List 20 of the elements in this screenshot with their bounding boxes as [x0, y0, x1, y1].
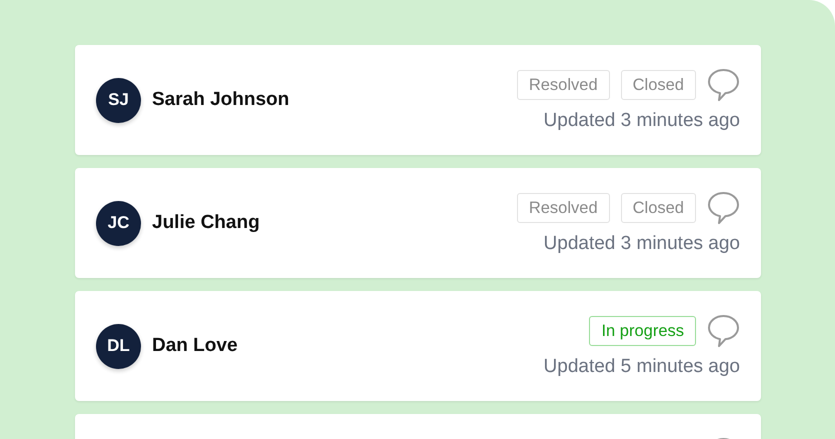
status-tag: Resolved — [516, 70, 610, 100]
ticket-card[interactable]: JC Julie Chang Resolved Closed Updated 3 minutes ago — [75, 168, 761, 278]
speech-bubble-icon[interactable] — [707, 314, 740, 348]
customer-name: Julie Chang — [152, 212, 260, 234]
status-tag: Closed — [620, 70, 696, 100]
avatar: DL — [96, 324, 141, 368]
speech-bubble-icon[interactable] — [707, 191, 740, 225]
status-tag: Resolved — [516, 193, 610, 223]
status-tag: Closed — [620, 193, 696, 223]
ticket-card[interactable]: SJ Sarah Johnson Resolved Closed Updated 3 minutes ago — [75, 45, 761, 155]
avatar: JC — [96, 200, 141, 246]
updated-time: Updated 3 minutes ago — [544, 110, 740, 132]
customer-name: Sarah Johnson — [152, 89, 290, 111]
status-tag: In progress — [589, 316, 696, 346]
updated-time: Updated 5 minutes ago — [544, 356, 740, 378]
ticket-card[interactable]: DL Dan Love In progress Updated 5 minutes ago — [75, 291, 761, 401]
updated-time: Updated 3 minutes ago — [544, 233, 740, 255]
avatar: SJ — [96, 78, 141, 122]
speech-bubble-icon[interactable] — [707, 68, 740, 102]
customer-name: Dan Love — [152, 335, 238, 357]
